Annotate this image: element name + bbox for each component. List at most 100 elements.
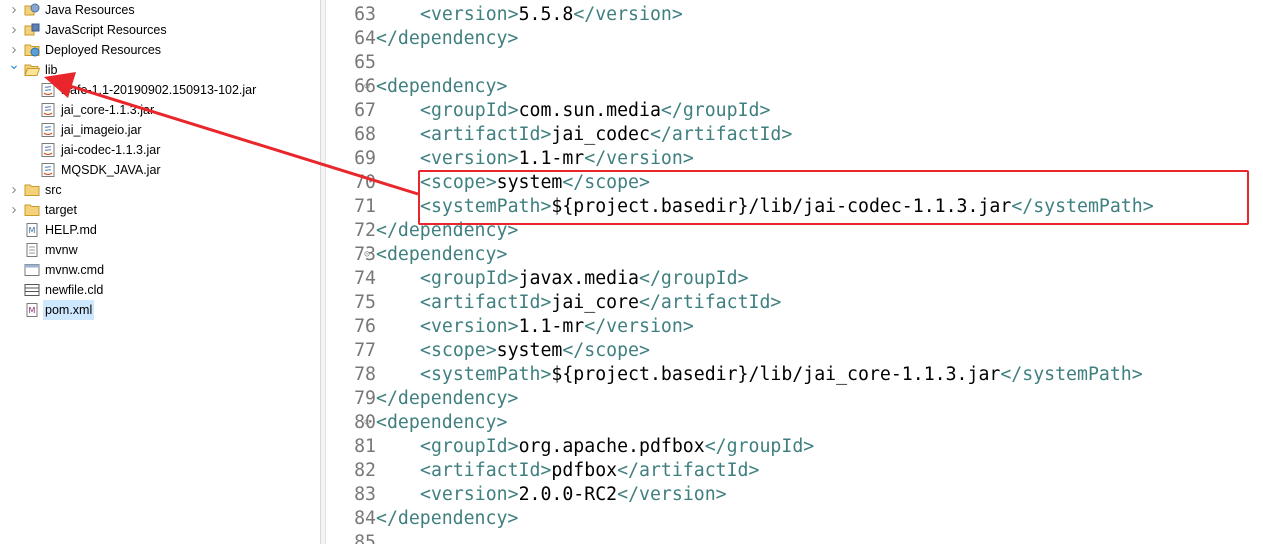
code-text: <groupId>com.sun.media</groupId> — [420, 99, 770, 123]
xml-tag: <version> — [420, 4, 519, 25]
xml-tag: </version> — [617, 484, 727, 505]
tree-item-target[interactable]: › target — [0, 200, 320, 220]
tree-item-label: Deployed Resources — [45, 43, 162, 57]
xml-value: 2.0.0-RC2 — [518, 484, 618, 505]
line-number: 82 — [354, 460, 376, 481]
chevron-right-icon[interactable]: › — [8, 180, 20, 200]
xml-tag: </groupId> — [704, 436, 815, 457]
folder-icon — [24, 203, 40, 217]
chevron-right-icon[interactable]: › — [8, 0, 20, 20]
code-line[interactable]: 82 <artifactId>pdfbox</artifactId> — [326, 459, 1263, 483]
code-line[interactable]: 67 <groupId>com.sun.media</groupId> — [326, 99, 1263, 123]
tree-item-newfile-cld[interactable]: newfile.cld — [0, 280, 320, 300]
xml-tag: <dependency> — [376, 76, 508, 97]
line-number: 79 — [354, 388, 376, 409]
code-line[interactable]: 71 <systemPath>${project.basedir}/lib/jai… — [326, 195, 1263, 219]
code-text: <dependency> — [376, 75, 507, 99]
code-line[interactable]: 75 <artifactId>jai_core</artifactId> — [326, 291, 1263, 315]
jar-icon — [40, 103, 56, 117]
jar-icon — [40, 143, 56, 157]
code-line[interactable]: 84 </dependency> — [326, 507, 1263, 531]
xml-tag: <systemPath> — [420, 364, 552, 385]
chevron-right-icon[interactable]: › — [8, 200, 20, 220]
code-line[interactable]: 85 — [326, 531, 1263, 544]
xml-editor[interactable]: 63 <version>5.5.8</version> 64 </dependency… — [326, 0, 1263, 544]
tree-item-label: JavaScript Resources — [45, 23, 167, 37]
chevron-right-icon[interactable]: › — [8, 20, 20, 40]
xml-tag: </scope> — [562, 340, 650, 361]
tree-item-label: MQSDK_JAVA.jar — [61, 163, 161, 177]
tree-item-icafe-1-1-20190902-150913-102-jar[interactable]: icafe-1.1-20190902.150913-102.jar — [0, 80, 320, 100]
line-number: 69 — [354, 148, 376, 169]
xml-value: ${project.basedir}/lib/jai-codec-1.1.3.j… — [551, 196, 1012, 217]
fold-toggle-icon[interactable]: ⊝ — [364, 75, 370, 99]
xml-tag: <scope> — [420, 172, 497, 193]
fold-toggle-icon[interactable]: ⊝ — [364, 243, 370, 267]
xml-value: 1.1-mr — [518, 148, 585, 169]
line-number: 63 — [354, 4, 376, 25]
tree-item-label: pom.xml — [43, 300, 95, 320]
code-text: <version>5.5.8</version> — [420, 3, 683, 27]
tree-item-label: Java Resources — [45, 3, 135, 17]
xml-tag: </version> — [584, 148, 694, 169]
code-line[interactable]: 63 <version>5.5.8</version> — [326, 3, 1263, 27]
tree-item-label: HELP.md — [45, 223, 97, 237]
tree-item-label: icafe-1.1-20190902.150913-102.jar — [61, 83, 257, 97]
code-text: <artifactId>pdfbox</artifactId> — [420, 459, 759, 483]
code-line[interactable]: 65 — [326, 51, 1263, 75]
code-text: </dependency> — [376, 387, 518, 411]
code-text: <version>2.0.0-RC2</version> — [420, 483, 727, 507]
code-line[interactable]: 73 ⊝ <dependency> — [326, 243, 1263, 267]
code-line[interactable]: 81 <groupId>org.apache.pdfbox</groupId> — [326, 435, 1263, 459]
tree-item-jai-codec-1-1-3-jar[interactable]: jai-codec-1.1.3.jar — [0, 140, 320, 160]
fold-toggle-icon[interactable]: ⊝ — [364, 411, 370, 435]
code-line[interactable]: 77 <scope>system</scope> — [326, 339, 1263, 363]
code-line[interactable]: 70 <scope>system</scope> — [326, 171, 1263, 195]
tree-item-java-resources[interactable]: › Java Resources — [0, 0, 320, 20]
xml-tag: </artifactId> — [649, 124, 793, 145]
tree-item-mvnw[interactable]: mvnw — [0, 240, 320, 260]
xml-tag: <artifactId> — [420, 124, 552, 145]
code-line[interactable]: 64 </dependency> — [326, 27, 1263, 51]
code-line[interactable]: 79 </dependency> — [326, 387, 1263, 411]
tree-item-help-md[interactable]: M HELP.md — [0, 220, 320, 240]
tree-item-jai-imageio-jar[interactable]: jai_imageio.jar — [0, 120, 320, 140]
code-line[interactable]: 69 <version>1.1-mr</version> — [326, 147, 1263, 171]
tree-item-mvnw-cmd[interactable]: mvnw.cmd — [0, 260, 320, 280]
line-number: 70 — [354, 172, 376, 193]
code-line[interactable]: 72 </dependency> — [326, 219, 1263, 243]
code-line[interactable]: 78 <systemPath>${project.basedir}/lib/jai… — [326, 363, 1263, 387]
tree-item-pom-xml[interactable]: Mpom.xml — [0, 300, 320, 320]
code-text: <groupId>javax.media</groupId> — [420, 267, 749, 291]
code-line[interactable]: 68 <artifactId>jai_codec</artifactId> — [326, 123, 1263, 147]
line-number: 81 — [354, 436, 376, 457]
tree-item-label: jai_imageio.jar — [61, 123, 142, 137]
xml-tag: <version> — [420, 316, 519, 337]
tree-item-label: newfile.cld — [45, 283, 104, 297]
chevron-down-icon[interactable]: ⌄ — [8, 54, 20, 74]
xml-tag: <version> — [420, 484, 519, 505]
code-line[interactable]: 80 ⊝ <dependency> — [326, 411, 1263, 435]
line-number: 85 — [354, 532, 376, 544]
xml-value: system — [496, 172, 563, 193]
tree-item-mqsdk-java-jar[interactable]: MQSDK_JAVA.jar — [0, 160, 320, 180]
code-text: </dependency> — [376, 27, 518, 51]
javascript-resources-icon — [24, 23, 40, 37]
xml-tag: </groupId> — [660, 100, 771, 121]
code-line[interactable]: 83 <version>2.0.0-RC2</version> — [326, 483, 1263, 507]
line-number: 68 — [354, 124, 376, 145]
xml-tag: <groupId> — [420, 436, 519, 457]
tree-item-javascript-resources[interactable]: › JavaScript Resources — [0, 20, 320, 40]
tree-item-lib[interactable]: ⌄ lib — [0, 56, 320, 80]
xml-value: ${project.basedir}/lib/jai_core-1.1.3.ja… — [551, 364, 1001, 385]
xml-tag: <artifactId> — [420, 292, 552, 313]
tree-item-jai-core-1-1-3-jar[interactable]: jai_core-1.1.3.jar — [0, 100, 320, 120]
xml-tag: </version> — [584, 316, 694, 337]
code-line[interactable]: 66 ⊝ <dependency> — [326, 75, 1263, 99]
tree-item-label: lib — [45, 63, 58, 77]
tree-item-deployed-resources[interactable]: › Deployed Resources — [0, 40, 320, 60]
code-line[interactable]: 76 <version>1.1-mr</version> — [326, 315, 1263, 339]
tree-item-src[interactable]: › src — [0, 180, 320, 200]
code-line[interactable]: 74 <groupId>javax.media</groupId> — [326, 267, 1263, 291]
xml-tag: <groupId> — [420, 268, 519, 289]
